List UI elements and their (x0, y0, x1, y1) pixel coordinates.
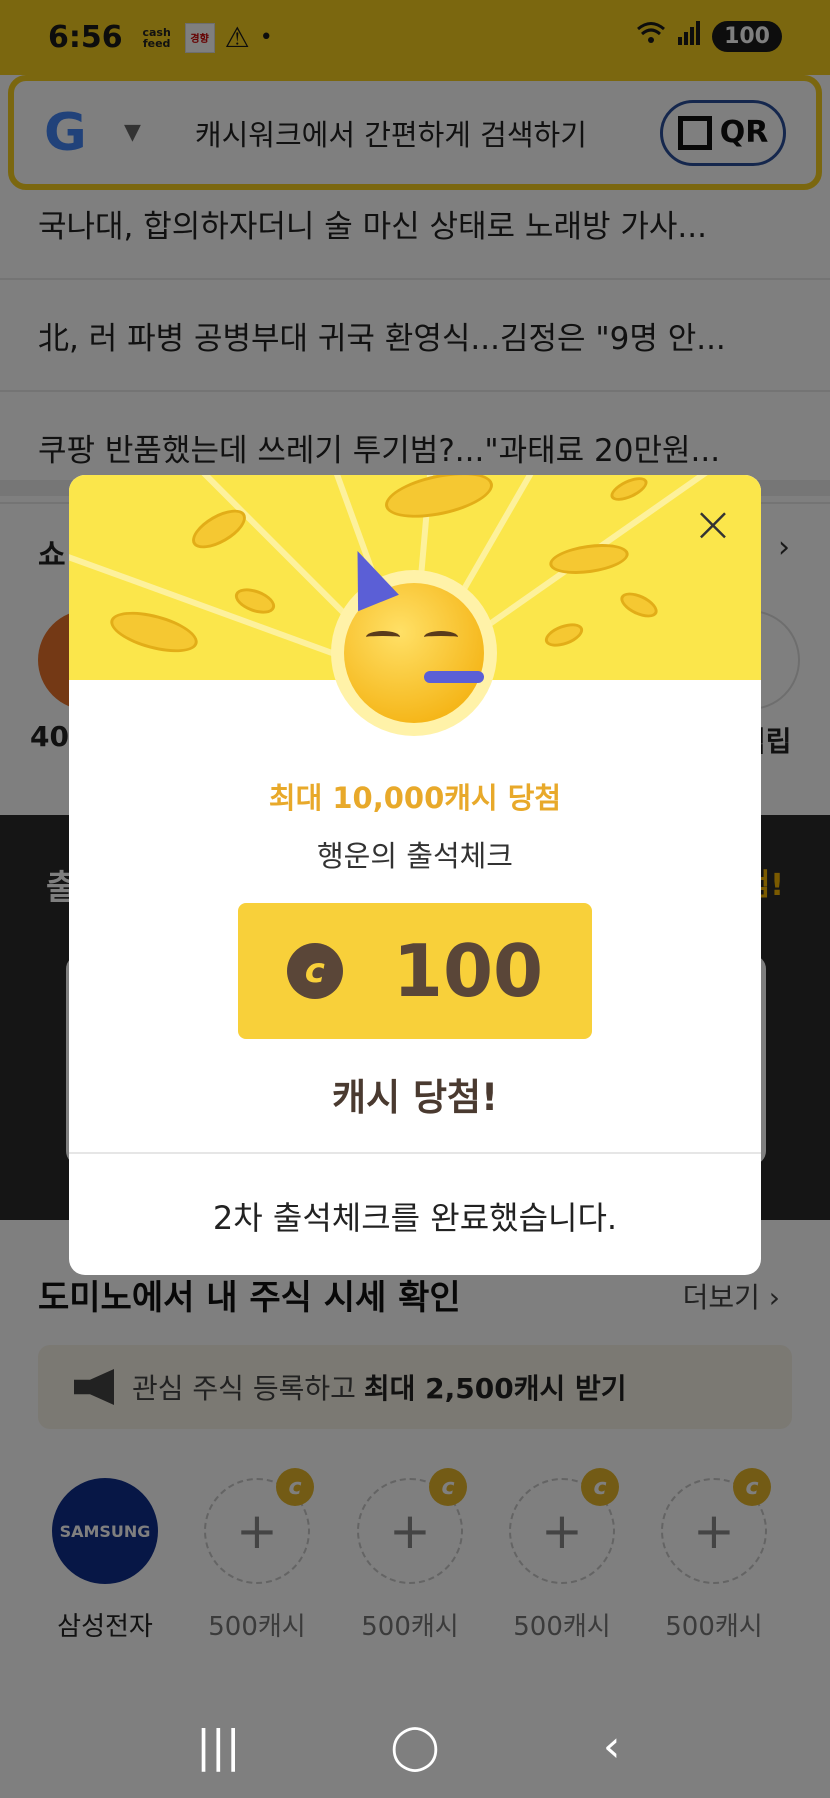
gold-coin-icon (381, 475, 497, 526)
max-reward-text: 최대 10,000캐시 당첨 (268, 781, 562, 815)
gold-coin-icon (186, 501, 252, 557)
partying-face-icon (337, 542, 484, 723)
gold-coin-icon (541, 618, 587, 652)
close-icon[interactable]: × (687, 499, 739, 552)
party-horn-icon (424, 671, 484, 683)
gold-coin-icon (616, 587, 662, 623)
cash-coin-icon: c (286, 943, 343, 999)
reward-amount: 100 (392, 929, 544, 1013)
back-icon[interactable]: ‹ (572, 1721, 652, 1772)
attendance-complete-text: 2차 출석체크를 완료했습니다. (212, 1199, 618, 1237)
party-emoji-icon (331, 542, 497, 736)
attendance-reward-modal: × 최대 10,000캐시 당첨 행운의 출석체크 c 100 캐시 당첨! 2… (69, 475, 761, 1275)
modal-divider (69, 1152, 761, 1154)
home-icon[interactable]: ◯ (375, 1721, 455, 1772)
reward-result-text: 캐시 당첨! (332, 1076, 498, 1119)
gold-coin-icon (231, 583, 279, 619)
reward-amount-box: c 100 (238, 903, 592, 1039)
system-nav-bar: ||| ◯ ‹ (0, 1694, 830, 1798)
gold-coin-icon (607, 475, 651, 506)
emoji-eye (424, 631, 458, 643)
emoji-eye (366, 631, 400, 643)
recent-apps-icon[interactable]: ||| (178, 1721, 258, 1772)
modal-subtitle: 행운의 출석체크 (317, 839, 513, 873)
gold-coin-icon (106, 603, 202, 661)
